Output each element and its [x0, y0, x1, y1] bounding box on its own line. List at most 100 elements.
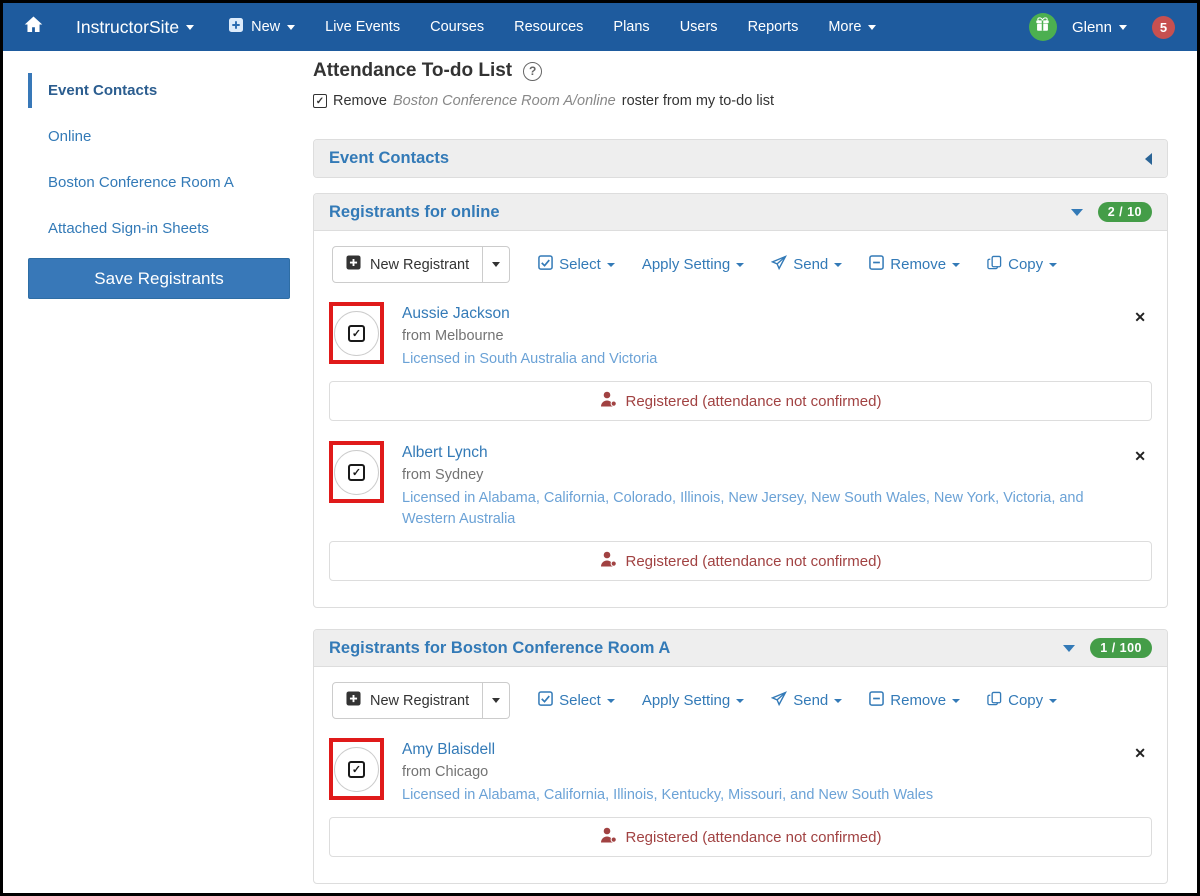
apply-setting-menu[interactable]: Apply Setting: [641, 256, 745, 273]
home-button[interactable]: [23, 14, 44, 40]
apply-setting-label: Apply Setting: [641, 256, 731, 273]
nav-item-label: Users: [679, 19, 718, 35]
sidebar-item-online[interactable]: Online: [28, 119, 313, 154]
chevron-down-icon: [736, 262, 745, 267]
new-registrant-button[interactable]: New Registrant: [332, 246, 484, 283]
registrant-info: Aussie Jackson from Melbourne Licensed i…: [391, 302, 1118, 370]
new-registrant-button[interactable]: New Registrant: [332, 682, 484, 720]
apply-setting-menu[interactable]: Apply Setting: [641, 692, 745, 710]
notification-badge[interactable]: 5: [1152, 15, 1175, 39]
registrant-select-checkbox[interactable]: ✓: [334, 449, 379, 495]
nav-item-live-events[interactable]: Live Events: [325, 19, 400, 35]
registered-person-icon: [600, 827, 618, 847]
nav-item-resources[interactable]: Resources: [514, 19, 583, 35]
help-icon[interactable]: ?: [523, 61, 543, 81]
nav-item-label: New: [251, 19, 281, 35]
close-icon[interactable]: ✕: [1134, 738, 1152, 806]
registrant-licensed: Licensed in Alabama, California, Illinoi…: [402, 787, 934, 804]
nav-item-label: Live Events: [325, 19, 401, 35]
copy-menu[interactable]: Copy: [987, 255, 1058, 274]
panel-header-registrants-online[interactable]: Registrants for online 2 / 10: [314, 194, 1167, 231]
nav-item-courses[interactable]: Courses: [430, 19, 484, 35]
page-layout: Event Contacts Online Boston Conference …: [3, 51, 1197, 893]
registrant-name-link[interactable]: Aussie Jackson: [402, 305, 510, 323]
close-icon[interactable]: ✕: [1134, 441, 1152, 530]
chevron-down-icon: [1049, 262, 1058, 267]
registrant-select-checkbox[interactable]: ✓: [334, 310, 379, 356]
select-label: Select: [559, 256, 601, 273]
status-text: Registered (attendance not confirmed): [625, 828, 882, 846]
new-registrant-dropdown-toggle[interactable]: [483, 682, 511, 720]
chevron-down-icon: [736, 698, 745, 703]
checkbox-icon: [538, 255, 553, 274]
registrant-licensed: Licensed in South Australia and Victoria: [402, 351, 658, 367]
remove-menu[interactable]: Remove: [869, 255, 961, 274]
send-menu[interactable]: Send: [770, 254, 843, 275]
registrant-licensed: Licensed in Alabama, California, Colorad…: [402, 490, 1084, 528]
main-content: Attendance To-do List ? ✓ Remove Boston …: [313, 51, 1197, 893]
select-menu[interactable]: Select: [538, 691, 615, 710]
registrant-toolbar: New Registrant Select Apply Setting Send…: [329, 675, 1152, 731]
registrant-select-checkbox[interactable]: ✓: [334, 746, 379, 792]
sidebar-item-event-contacts[interactable]: Event Contacts: [28, 73, 313, 108]
todo-remove-row: ✓ Remove Boston Conference Room A/online…: [313, 93, 1168, 109]
chevron-down-icon: [952, 698, 961, 703]
nav-item-more[interactable]: More: [828, 19, 877, 35]
registrant-name-link[interactable]: Amy Blaisdell: [402, 741, 495, 759]
sidebar: Event Contacts Online Boston Conference …: [3, 51, 313, 893]
save-registrants-button[interactable]: Save Registrants: [28, 258, 290, 299]
nav-item-plans[interactable]: Plans: [613, 19, 649, 35]
remove-roster-checkbox[interactable]: ✓: [313, 94, 327, 108]
registrant-count-badge: 1 / 100: [1090, 638, 1152, 659]
user-menu[interactable]: Glenn: [1072, 19, 1127, 36]
panel-body: New Registrant Select Apply Setting Send…: [314, 667, 1167, 883]
nav-item-label: Plans: [613, 19, 650, 35]
brand-menu[interactable]: InstructorSite: [76, 17, 195, 38]
collapse-left-arrow-icon[interactable]: [1145, 152, 1152, 165]
panel-registrants-boston: Registrants for Boston Conference Room A…: [313, 629, 1168, 885]
new-registrant-dropdown-toggle[interactable]: [483, 246, 511, 283]
apply-setting-label: Apply Setting: [641, 692, 731, 710]
chevron-down-icon: [492, 262, 501, 267]
collapse-down-arrow-icon[interactable]: [1070, 208, 1083, 216]
chevron-down-icon: [868, 24, 877, 30]
nav-item-reports[interactable]: Reports: [748, 19, 799, 35]
chevron-down-icon: [287, 24, 296, 30]
user-name: Glenn: [1071, 18, 1112, 36]
collapse-down-arrow-icon[interactable]: [1063, 644, 1076, 652]
nav-item-new[interactable]: New: [228, 17, 296, 37]
todo-text-suffix: roster from my to-do list: [621, 93, 775, 109]
send-label: Send: [793, 256, 829, 273]
rewards-button[interactable]: [1028, 13, 1057, 41]
sidebar-item-boston-conference-room-a[interactable]: Boston Conference Room A: [28, 165, 313, 200]
annotation-highlight-box: ✓: [329, 302, 384, 364]
panel-body: New Registrant Select Apply Setting Send…: [314, 231, 1167, 607]
chevron-down-icon: [834, 698, 843, 703]
panel-title: Registrants for online: [329, 202, 500, 221]
nav-item-label: Resources: [514, 19, 584, 35]
minus-square-icon: [869, 691, 885, 710]
chevron-down-icon: [952, 262, 961, 267]
send-menu[interactable]: Send: [770, 690, 843, 711]
panel-header-registrants-boston[interactable]: Registrants for Boston Conference Room A…: [314, 630, 1167, 668]
nav-item-users[interactable]: Users: [680, 19, 718, 35]
registrant-name-link[interactable]: Albert Lynch: [402, 444, 488, 462]
copy-menu[interactable]: Copy: [987, 691, 1058, 710]
annotation-highlight-box: ✓: [329, 738, 384, 801]
panel-header-event-contacts[interactable]: Event Contacts: [314, 140, 1167, 177]
chevron-down-icon: [834, 262, 843, 267]
remove-label: Remove: [890, 692, 947, 710]
remove-menu[interactable]: Remove: [869, 691, 961, 710]
registrant-toolbar: New Registrant Select Apply Setting Send…: [329, 239, 1152, 295]
chevron-down-icon: [1119, 24, 1127, 30]
send-icon: [770, 254, 788, 275]
remove-label: Remove: [890, 256, 947, 273]
page-title: Attendance To-do List: [313, 60, 513, 81]
registered-person-icon: [600, 391, 618, 411]
panel-event-contacts: Event Contacts: [313, 139, 1168, 178]
select-label: Select: [559, 692, 601, 710]
close-icon[interactable]: ✕: [1134, 302, 1152, 370]
select-menu[interactable]: Select: [538, 255, 615, 274]
status-text: Registered (attendance not confirmed): [625, 552, 882, 570]
sidebar-item-attached-sign-in-sheets[interactable]: Attached Sign-in Sheets: [28, 211, 313, 246]
